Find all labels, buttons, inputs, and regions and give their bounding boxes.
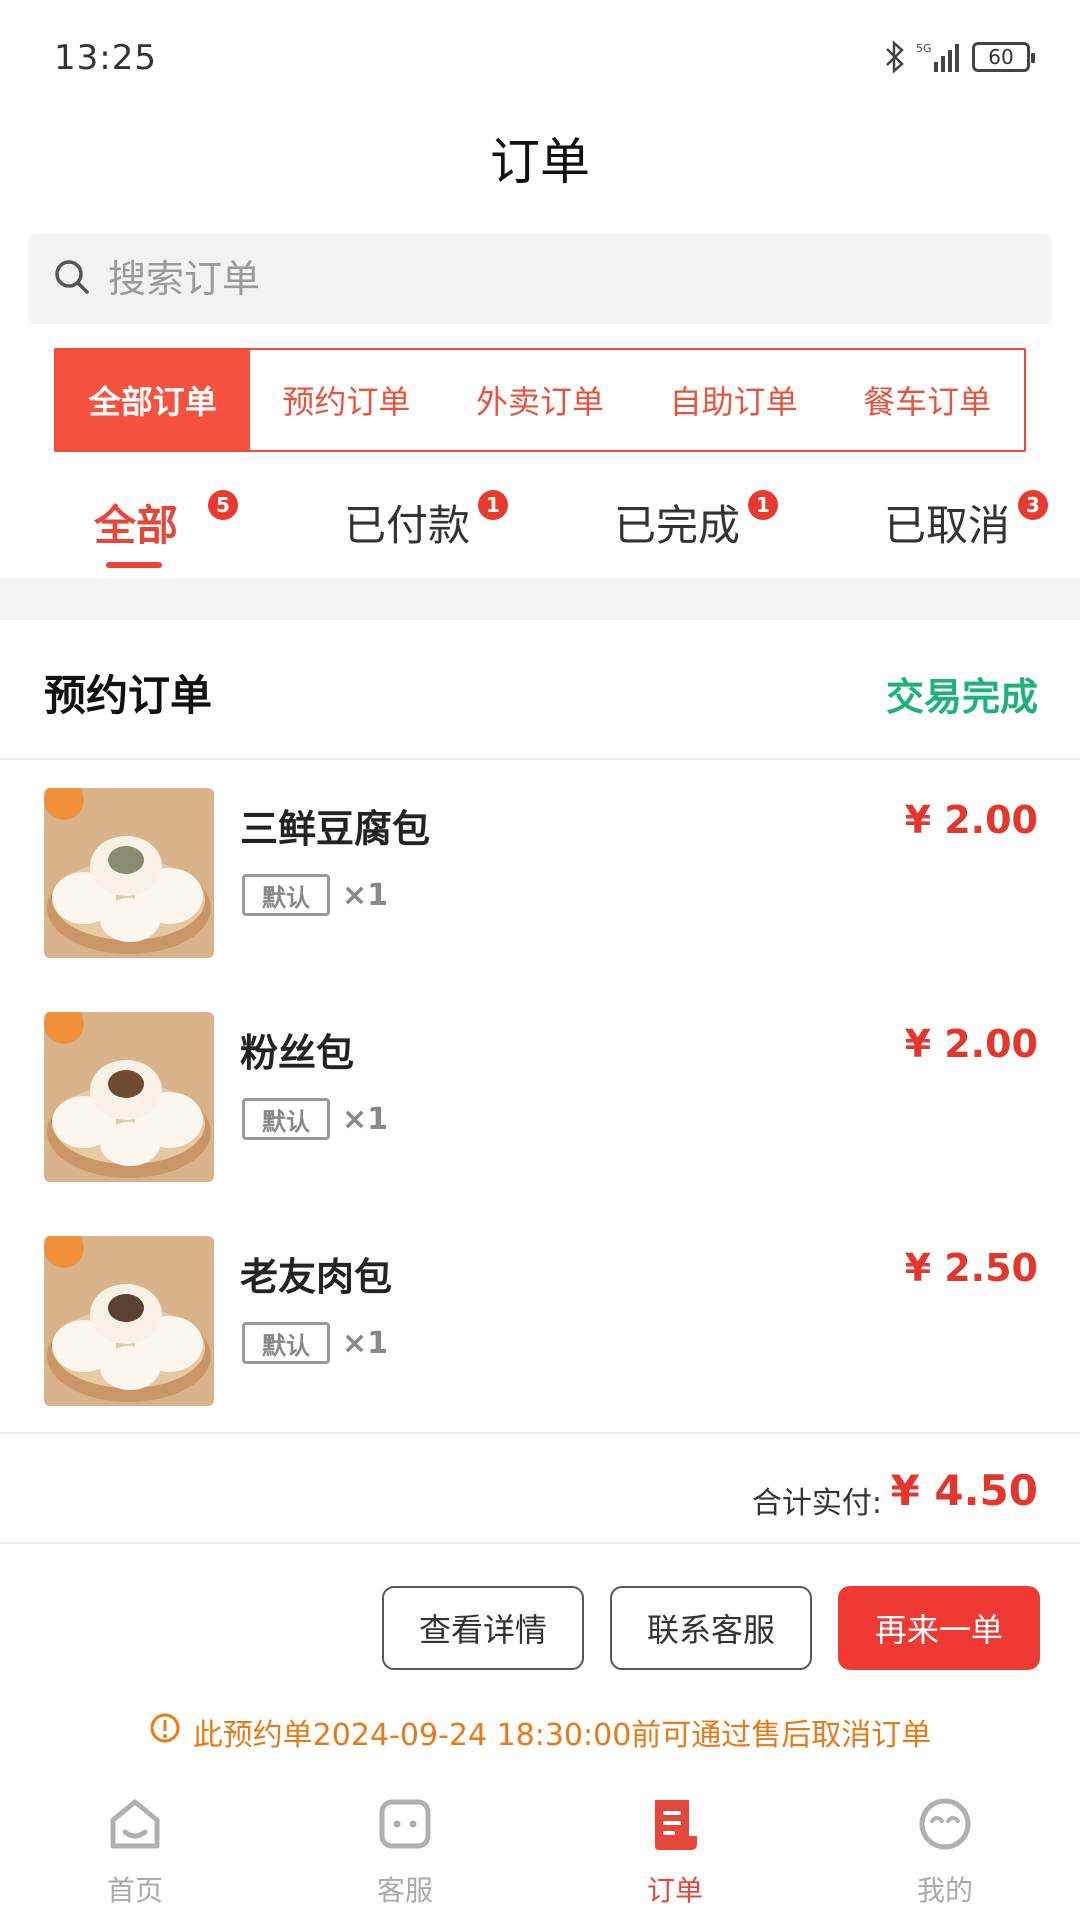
- order-status-label: 交易完成: [885, 675, 1038, 719]
- tab-reservation-orders[interactable]: 预约订单: [250, 350, 444, 450]
- battery-level: 60: [988, 45, 1014, 69]
- page-title: 订单: [490, 133, 590, 191]
- bun-image: [44, 1012, 214, 1182]
- order-type-tabs: 全部订单 预约订单 外卖订单 自助订单 餐车订单: [54, 348, 1026, 452]
- home-icon: [105, 1794, 165, 1861]
- tab-delivery-orders[interactable]: 外卖订单: [443, 350, 637, 450]
- item-spec-tag: 默认: [242, 1322, 330, 1364]
- total-amount: ¥ 4.50: [890, 1466, 1038, 1515]
- cancel-notice: 此预约单2024-09-24 18:30:00前可通过售后取消订单: [0, 1710, 1080, 1754]
- nav-home-label: 首页: [106, 1874, 163, 1907]
- item-spec-tag: 默认: [242, 1098, 330, 1140]
- order-item[interactable]: 老友肉包 默认 ×1 ¥ 2.50: [0, 1236, 1080, 1412]
- status-icons: 5G 60: [884, 40, 1035, 74]
- profile-icon: [915, 1794, 975, 1861]
- item-price: ¥ 2.00: [904, 798, 1038, 842]
- order-item[interactable]: 三鲜豆腐包 默认 ×1 ¥ 2.00: [0, 788, 1080, 964]
- item-price: ¥ 2.00: [904, 1022, 1038, 1066]
- order-card: 预约订单 交易完成 三鲜豆腐包 默认 ×1 ¥ 2.00 粉丝包 默认 ×1 ¥…: [0, 620, 1080, 1770]
- bun-image: [44, 788, 214, 958]
- tab-food-truck-orders[interactable]: 餐车订单: [830, 350, 1024, 450]
- status-tab-completed-badge: 1: [748, 490, 778, 520]
- item-name: 老友肉包: [240, 1255, 393, 1299]
- status-time: 13:25: [54, 38, 157, 78]
- nav-home[interactable]: 首页: [0, 1772, 270, 1920]
- item-quantity: ×1: [342, 1326, 389, 1361]
- nav-orders[interactable]: 订单: [540, 1772, 810, 1920]
- divider: [0, 1432, 1080, 1434]
- status-tab-cancelled[interactable]: 已取消: [884, 492, 1010, 553]
- battery-icon: 60: [972, 42, 1035, 72]
- item-spec-tag: 默认: [242, 874, 330, 916]
- bottom-nav: 首页 客服 订单 我的: [0, 1772, 1080, 1920]
- nav-profile[interactable]: 我的: [810, 1772, 1080, 1920]
- info-icon: [149, 1712, 193, 1752]
- status-tab-completed[interactable]: 已完成: [614, 492, 740, 553]
- item-name: 三鲜豆腐包: [240, 807, 431, 851]
- divider: [0, 1542, 1080, 1544]
- tab-all-orders[interactable]: 全部订单: [56, 350, 250, 450]
- search-bar[interactable]: [28, 234, 1052, 324]
- view-details-button[interactable]: 查看详情: [382, 1586, 584, 1670]
- cancel-notice-text: 此预约单2024-09-24 18:30:00前可通过售后取消订单: [192, 1718, 932, 1753]
- item-quantity: ×1: [342, 1102, 389, 1137]
- order-status-tabs: 全部 5 已付款 1 已完成 1 已取消 3: [0, 470, 1080, 580]
- status-tab-cancelled-badge: 3: [1018, 490, 1048, 520]
- active-tab-indicator: [106, 562, 162, 568]
- order-type-label: 预约订单: [44, 671, 213, 720]
- chat-icon: [375, 1794, 435, 1861]
- nav-orders-label: 订单: [646, 1874, 703, 1907]
- bluetooth-icon: [884, 40, 906, 74]
- item-price: ¥ 2.50: [904, 1246, 1038, 1290]
- nav-profile-label: 我的: [916, 1874, 973, 1907]
- search-icon: [52, 257, 108, 301]
- network-label: 5G: [916, 42, 932, 55]
- nav-customer-service[interactable]: 客服: [270, 1772, 540, 1920]
- item-name: 粉丝包: [240, 1031, 355, 1075]
- signal-icon: 5G: [916, 40, 962, 74]
- status-tab-all-badge: 5: [208, 490, 238, 520]
- item-quantity: ×1: [342, 878, 389, 913]
- nav-customer-service-label: 客服: [376, 1874, 433, 1907]
- order-icon: [645, 1794, 705, 1861]
- section-divider: [0, 578, 1080, 620]
- bun-image: [44, 1236, 214, 1406]
- status-bar: 13:25 5G 60: [0, 0, 1080, 110]
- reorder-button[interactable]: 再来一单: [838, 1586, 1040, 1670]
- tab-self-service-orders[interactable]: 自助订单: [637, 350, 831, 450]
- total-label: 合计实付:: [751, 1486, 882, 1521]
- order-item[interactable]: 粉丝包 默认 ×1 ¥ 2.00: [0, 1012, 1080, 1188]
- status-tab-paid-badge: 1: [478, 490, 508, 520]
- status-tab-paid[interactable]: 已付款: [344, 492, 470, 553]
- search-input[interactable]: [108, 257, 908, 301]
- divider: [0, 758, 1080, 760]
- contact-service-button[interactable]: 联系客服: [610, 1586, 812, 1670]
- status-tab-all[interactable]: 全部: [94, 492, 178, 553]
